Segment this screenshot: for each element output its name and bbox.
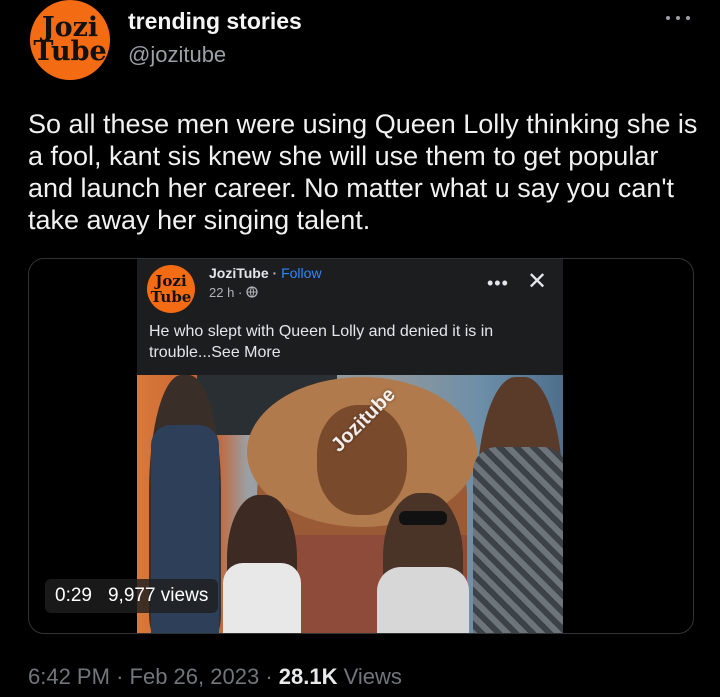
- profile-avatar[interactable]: Jozi Tube: [30, 0, 110, 80]
- close-icon: ✕: [527, 268, 548, 295]
- globe-icon: [246, 286, 258, 298]
- separator: ·: [116, 664, 124, 689]
- tweet-time: 6:42 PM: [28, 664, 110, 689]
- person-figure: [223, 495, 301, 633]
- embedded-follow-link: Follow: [281, 265, 322, 281]
- separator: ·: [265, 664, 273, 689]
- tweet-text: So all these men were using Queen Lolly …: [28, 109, 698, 235]
- embedded-page-name: JoziTube · Follow: [209, 265, 322, 281]
- embedded-timestamp: 22 h ·: [209, 285, 258, 300]
- person-figure: [377, 493, 469, 633]
- avatar-logo-text-bottom: Tube: [33, 36, 107, 67]
- user-handle[interactable]: @jozitube: [128, 42, 226, 68]
- video-card[interactable]: Jozi Tube JoziTube · Follow 22 h · ••• ✕…: [28, 258, 694, 634]
- embedded-page-name-text: JoziTube: [209, 265, 269, 281]
- person-figure: [473, 377, 563, 633]
- embedded-post: Jozi Tube JoziTube · Follow 22 h · ••• ✕…: [137, 259, 563, 633]
- embedded-post-text: He who slept with Queen Lolly and denied…: [149, 323, 494, 361]
- video-duration: 0:29: [55, 585, 92, 606]
- tweet-metadata: 6:42 PM · Feb 26, 2023 · 28.1K Views: [28, 664, 402, 690]
- video-views: 9,977 views: [107, 585, 209, 606]
- embedded-time-text: 22 h: [209, 285, 235, 300]
- views-count: 28.1K: [278, 664, 338, 689]
- display-name[interactable]: trending stories: [128, 8, 302, 35]
- embedded-avatar: Jozi Tube: [147, 265, 195, 313]
- dots-icon: •••: [487, 273, 509, 293]
- video-stats-badge: 0:29 9,977 views: [45, 579, 219, 613]
- embedded-logo-bottom: Tube: [150, 288, 192, 306]
- more-options-icon[interactable]: [664, 12, 694, 24]
- views-label: Views: [343, 664, 402, 689]
- tweet-date[interactable]: Feb 26, 2023: [130, 664, 260, 689]
- embedded-logo-top: Jozi: [155, 272, 187, 290]
